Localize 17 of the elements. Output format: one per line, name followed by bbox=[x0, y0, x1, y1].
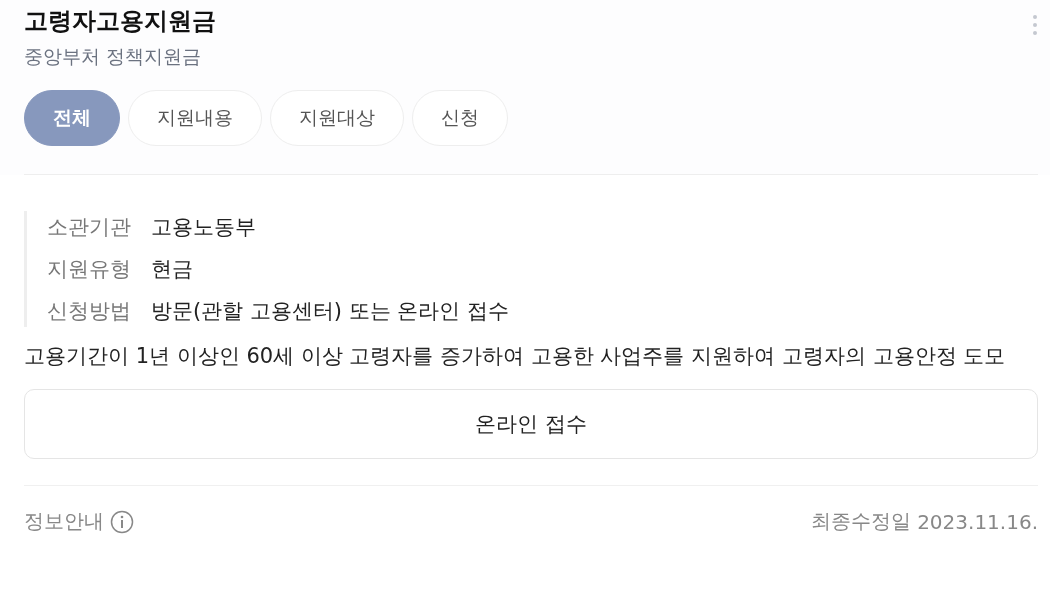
info-label: 소관기관 bbox=[47, 214, 131, 241]
tab[interactable]: 지원내용 bbox=[128, 90, 262, 146]
tab[interactable]: 신청 bbox=[412, 90, 508, 146]
info-value: 방문(관할 고용센터) 또는 온라인 접수 bbox=[151, 298, 510, 325]
updated-date: 2023.11.16. bbox=[917, 509, 1038, 534]
subtitle: 중앙부처 정책지원금 bbox=[24, 44, 203, 69]
info-label: 신청방법 bbox=[47, 298, 131, 325]
page-title: 고령자고용지원금 bbox=[24, 6, 216, 37]
updated-label: 최종수정일 bbox=[811, 508, 912, 535]
tab[interactable]: 지원대상 bbox=[270, 90, 404, 146]
info-label: 지원유형 bbox=[47, 256, 131, 283]
info-value: 고용노동부 bbox=[151, 214, 256, 241]
apply-button[interactable]: 온라인 접수 bbox=[24, 389, 1038, 459]
info-value: 현금 bbox=[151, 256, 193, 283]
description: 고용기간이 1년 이상인 60세 이상 고령자를 증가하여 고용한 사업주를 지원하여 고령자의 고용안정 도모 bbox=[24, 343, 1007, 370]
info-guide-label: 정보안내 bbox=[24, 508, 104, 535]
info-icon[interactable] bbox=[110, 509, 134, 534]
